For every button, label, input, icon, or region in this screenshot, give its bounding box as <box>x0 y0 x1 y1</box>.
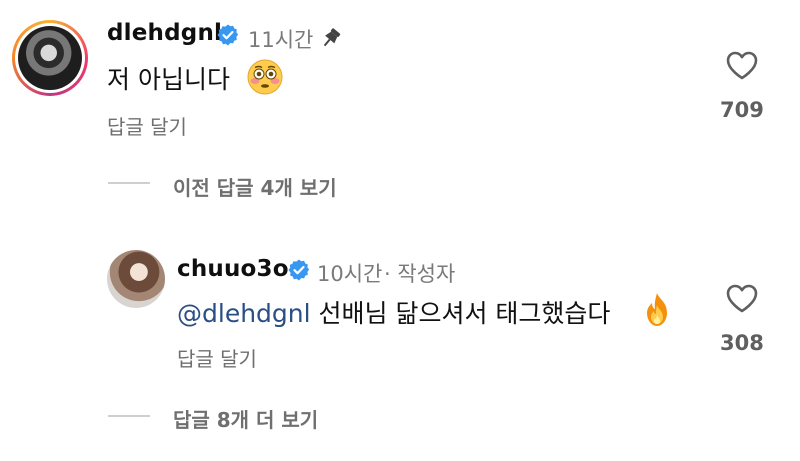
like-heart-icon[interactable] <box>725 283 759 313</box>
view-previous-replies-button[interactable]: 이전 답글 4개 보기 <box>173 172 337 201</box>
flushed-face-emoji-icon <box>246 58 284 96</box>
fire-emoji-icon <box>640 291 674 329</box>
comment-username[interactable]: dlehdgnl <box>107 20 222 46</box>
like-count: 709 <box>720 98 764 122</box>
view-more-replies-button[interactable]: 답글 8개 더 보기 <box>173 404 318 433</box>
avatar-photo <box>18 26 82 90</box>
avatar-ring-inner <box>15 23 85 93</box>
reply-username[interactable]: chuuo3o <box>177 256 289 282</box>
like-count: 308 <box>720 331 764 355</box>
avatar-dlehdgnl[interactable] <box>12 20 88 96</box>
avatar-chuuo3o[interactable] <box>107 250 165 308</box>
comment-timestamp: 11시간 <box>248 28 314 52</box>
mention-link[interactable]: @dlehdgnl <box>177 299 311 328</box>
comment-text: 저 아닙니다 <box>107 65 230 94</box>
like-heart-icon[interactable] <box>725 50 759 80</box>
verified-badge-icon <box>287 258 311 282</box>
verified-badge-icon <box>216 23 240 47</box>
reply-text: 선배님 닮으셔서 태그했습다 <box>318 299 611 328</box>
divider-line <box>108 182 150 184</box>
pin-icon <box>318 26 344 50</box>
reply-timestamp: 10시간 <box>317 262 383 286</box>
reply-button[interactable]: 답글 달기 <box>177 343 257 372</box>
author-tag: · 작성자 <box>384 262 456 286</box>
reply-text-line: @dlehdgnl 선배님 닮으셔서 태그했습다 <box>177 294 610 330</box>
divider-line <box>108 415 150 417</box>
reply-button[interactable]: 답글 달기 <box>107 111 187 140</box>
